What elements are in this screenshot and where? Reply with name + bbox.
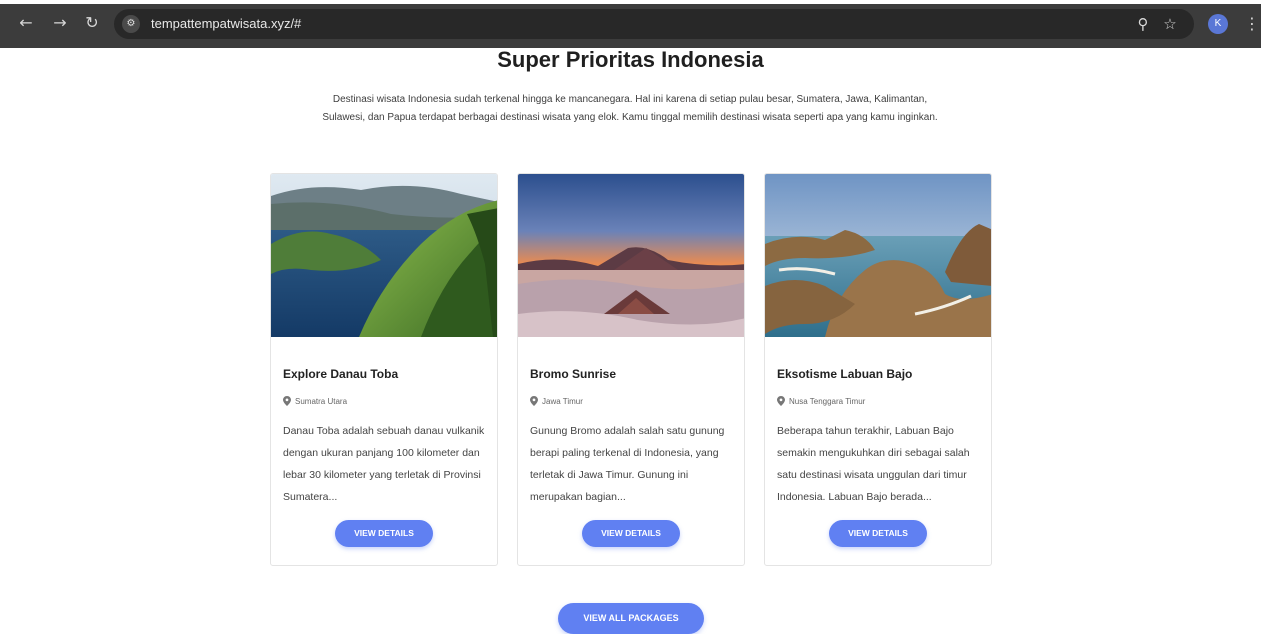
forward-arrow-icon[interactable]: →	[50, 13, 70, 33]
package-card-labuan-bajo: Eksotisme Labuan Bajo Nusa Tenggara Timu…	[764, 173, 992, 566]
card-title[interactable]: Eksotisme Labuan Bajo	[777, 367, 912, 381]
bookmark-star-icon[interactable]: ☆	[1160, 14, 1180, 34]
location-pin-icon	[530, 396, 538, 406]
card-description: Beberapa tahun terakhir, Labuan Bajo sem…	[777, 425, 970, 503]
package-card-danau-toba: Explore Danau Toba Sumatra Utara Danau T…	[270, 173, 498, 566]
card-location: Nusa Tenggara Timur	[777, 396, 865, 406]
card-title[interactable]: Explore Danau Toba	[283, 367, 398, 381]
menu-kebab-icon[interactable]: ⋮	[1244, 13, 1260, 35]
card-description: Danau Toba adalah sebuah danau vulkanik …	[283, 425, 485, 503]
site-info-icon[interactable]: ⚙	[122, 15, 140, 33]
zoom-icon[interactable]: ⚲	[1133, 14, 1153, 34]
bromo-sunrise-photo	[518, 174, 744, 337]
card-location: Jawa Timur	[530, 396, 583, 406]
section-intro: Destinasi wisata Indonesia sudah terkena…	[322, 94, 938, 123]
card-description: Gunung Bromo adalah salah satu gunung be…	[530, 425, 725, 503]
card-location: Sumatra Utara	[283, 396, 347, 406]
reload-icon[interactable]: ↻	[82, 13, 102, 33]
profile-avatar[interactable]: K	[1208, 14, 1228, 34]
view-details-button[interactable]: VIEW DETAILS	[335, 520, 433, 547]
address-bar[interactable]: ⚙ tempattempatwisata.xyz/# ⚲ ☆	[114, 9, 1194, 39]
location-pin-icon	[283, 396, 291, 406]
card-location-text: Nusa Tenggara Timur	[789, 396, 866, 406]
view-all-packages-button[interactable]: VIEW ALL PACKAGES	[558, 603, 704, 634]
card-location-text: Sumatra Utara	[295, 396, 348, 406]
browser-toolbar: ← → ↻ ⚙ tempattempatwisata.xyz/# ⚲ ☆ K ⋮	[0, 0, 1261, 48]
labuan-bajo-photo	[765, 174, 991, 337]
view-details-button[interactable]: VIEW DETAILS	[829, 520, 927, 547]
lake-toba-photo	[271, 174, 497, 337]
location-pin-icon	[777, 396, 785, 406]
package-card-bromo: Bromo Sunrise Jawa Timur Gunung Bromo ad…	[517, 173, 745, 566]
card-location-text: Jawa Timur	[542, 396, 583, 406]
view-details-button[interactable]: VIEW DETAILS	[582, 520, 680, 547]
back-arrow-icon[interactable]: ←	[16, 13, 36, 33]
card-title[interactable]: Bromo Sunrise	[530, 367, 616, 381]
page-title: Super Prioritas Indonesia	[497, 47, 764, 72]
url-text[interactable]: tempattempatwisata.xyz/#	[151, 16, 301, 31]
browser-top-strip	[0, 0, 1261, 4]
